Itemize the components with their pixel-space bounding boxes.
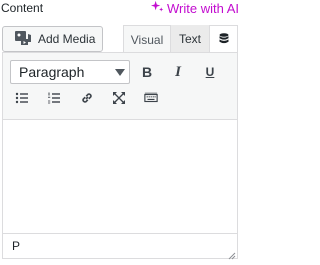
italic-icon: I: [175, 63, 181, 80]
format-select[interactable]: Paragraph: [10, 60, 130, 84]
format-select-value: Paragraph: [19, 64, 85, 80]
editor-header: Content Write with AI: [0, 0, 241, 18]
link-icon: [80, 91, 94, 110]
sparkle-icon: [150, 0, 164, 16]
database-icon: [219, 32, 229, 47]
fullscreen-button[interactable]: [108, 89, 130, 111]
bullet-list-button[interactable]: [11, 89, 33, 111]
tab-database[interactable]: [209, 25, 238, 53]
editor-statusbar: P: [3, 233, 237, 260]
resize-handle-icon[interactable]: [226, 247, 236, 260]
italic-button[interactable]: I: [167, 61, 189, 83]
numbered-list-button[interactable]: [43, 89, 65, 111]
keyboard-icon: [144, 91, 158, 110]
bullet-list-icon: [15, 91, 29, 110]
add-media-button[interactable]: Add Media: [2, 26, 103, 52]
underline-icon: U: [205, 65, 215, 79]
numbered-list-icon: [47, 91, 61, 110]
write-with-ai-link[interactable]: Write with AI: [150, 0, 239, 16]
bold-icon: B: [141, 64, 153, 80]
media-icon: [14, 30, 32, 49]
insert-link-button[interactable]: [76, 89, 98, 111]
tab-text[interactable]: Text: [171, 25, 209, 53]
chevron-down-icon: [115, 69, 125, 76]
underline-button[interactable]: U: [199, 61, 221, 83]
write-with-ai-label: Write with AI: [166, 0, 239, 16]
bold-button[interactable]: B: [136, 61, 158, 83]
tab-visual[interactable]: Visual: [123, 25, 171, 53]
editor-area: Paragraph B I U P: [2, 52, 238, 260]
editor-tabs: Visual Text: [123, 25, 238, 53]
content-label: Content: [1, 1, 44, 15]
add-media-label: Add Media: [38, 32, 96, 46]
element-path[interactable]: P: [12, 239, 20, 253]
editor-toolbar: Paragraph B I U: [3, 53, 237, 120]
toolbar-toggle-button[interactable]: [140, 89, 162, 111]
editor-content-area[interactable]: [3, 120, 237, 233]
fullscreen-icon: [112, 91, 126, 110]
